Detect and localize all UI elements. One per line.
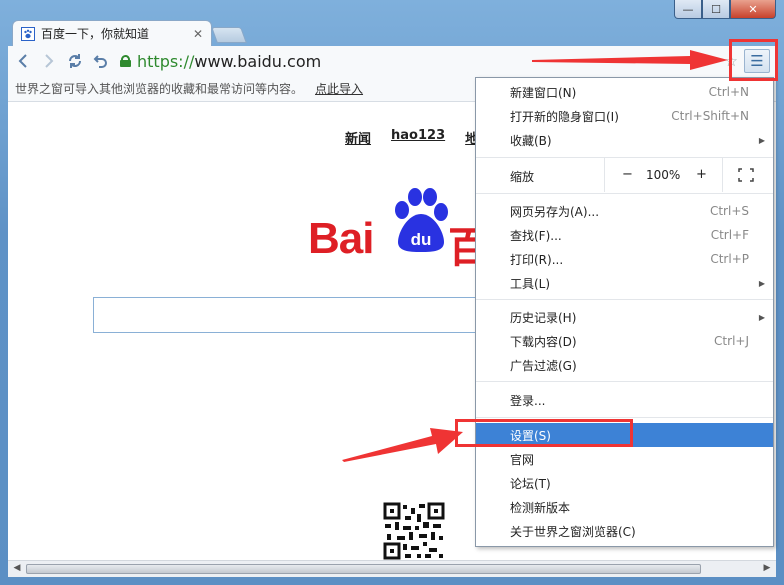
undo-close-button[interactable]	[90, 50, 112, 72]
menu-item-label: 下载内容(D)	[510, 334, 577, 349]
import-hint-text: 世界之窗可导入其他浏览器的收藏和最常访问等内容。	[15, 82, 304, 96]
nav-link-news[interactable]: 新闻	[345, 128, 371, 147]
annotation-arrow-to-settings	[342, 428, 463, 462]
menu-item-shortcut: Ctrl+S	[709, 204, 749, 218]
menu-item-find[interactable]: 查找(F)... Ctrl+F	[476, 223, 773, 247]
maximize-icon: ☐	[711, 2, 721, 16]
baidu-top-nav: 新闻 hao123 地	[345, 128, 478, 147]
menu-item-shortcut: Ctrl+N	[708, 85, 749, 99]
browser-tab[interactable]: 百度一下，你就知道 ✕	[12, 20, 212, 46]
menu-item-forum[interactable]: 论坛(T)	[476, 471, 773, 495]
menu-item-incognito-window[interactable]: 打开新的隐身窗口(I) Ctrl+Shift+N	[476, 104, 773, 128]
back-arrow-icon	[18, 54, 27, 68]
zoom-divider	[722, 158, 723, 192]
menu-item-shortcut: Ctrl+F	[710, 228, 749, 242]
paw-favicon-icon	[21, 26, 35, 41]
menu-item-new-window[interactable]: 新建窗口(N) Ctrl+N	[476, 80, 773, 104]
scroll-right-icon[interactable]: ▶	[760, 563, 774, 575]
minimize-button[interactable]: —	[674, 0, 702, 19]
new-tab-button[interactable]	[211, 27, 247, 43]
undo-icon	[93, 55, 107, 68]
window-controls: — ☐ ✕	[674, 0, 776, 19]
menu-item-label: 打印(R)...	[510, 252, 564, 267]
menu-item-check-update[interactable]: 检测新版本	[476, 495, 773, 519]
menu-item-official-site[interactable]: 官网	[476, 447, 773, 471]
minimize-icon: —	[682, 2, 694, 16]
menu-item-shortcut: Ctrl+P	[710, 252, 749, 266]
highlight-box-menu-button	[729, 39, 778, 81]
main-menu-dropdown: 新建窗口(N) Ctrl+N 打开新的隐身窗口(I) Ctrl+Shift+N …	[475, 77, 774, 547]
forward-button[interactable]	[38, 50, 60, 72]
import-link[interactable]: 点此导入	[315, 80, 363, 97]
menu-item-label: 收藏(B)	[510, 133, 552, 148]
submenu-arrow-icon: ▶	[758, 278, 765, 288]
menu-item-label: 检测新版本	[510, 500, 571, 515]
close-icon: ✕	[748, 2, 758, 16]
tab-title: 百度一下，你就知道	[41, 27, 150, 41]
tab-close-icon[interactable]: ✕	[193, 27, 203, 41]
menu-item-label: 关于世界之窗浏览器(C)	[510, 524, 636, 539]
menu-item-label: 论坛(T)	[510, 476, 551, 491]
menu-item-label: 新建窗口(N)	[510, 85, 577, 100]
menu-item-tools[interactable]: 工具(L) ▶	[476, 271, 773, 295]
menu-separator	[476, 417, 773, 418]
menu-item-history[interactable]: 历史记录(H) ▶	[476, 305, 773, 329]
logo-text-bai: Bai	[308, 214, 374, 263]
lock-icon	[120, 55, 131, 67]
menu-item-label: 官网	[510, 452, 535, 467]
zoom-row: 缩放 − 100% +	[476, 158, 773, 192]
menu-item-save-page[interactable]: 网页另存为(A)... Ctrl+S	[476, 199, 773, 223]
reload-icon	[69, 54, 81, 68]
nav-link-hao123[interactable]: hao123	[391, 128, 445, 147]
maximize-button[interactable]: ☐	[702, 0, 730, 19]
menu-item-downloads[interactable]: 下载内容(D) Ctrl+J	[476, 329, 773, 353]
paw-logo-icon: du	[395, 188, 448, 252]
menu-item-label: 历史记录(H)	[510, 310, 577, 325]
horizontal-scrollbar[interactable]: ◀ ▶	[8, 560, 776, 577]
menu-item-shortcut: Ctrl+Shift+N	[671, 109, 749, 123]
menu-item-label: 广告过滤(G)	[510, 358, 577, 373]
highlight-box-settings	[455, 419, 633, 447]
logo-text-du: du	[411, 230, 432, 249]
menu-item-label: 网页另存为(A)...	[510, 204, 600, 219]
reload-button[interactable]	[64, 50, 86, 72]
menu-item-label: 登录...	[510, 393, 546, 408]
zoom-label: 缩放	[510, 170, 535, 184]
annotation-arrow-to-menu	[532, 50, 728, 70]
zoom-in-button[interactable]: +	[696, 167, 707, 182]
submenu-arrow-icon: ▶	[758, 135, 765, 145]
url-scheme: https://	[137, 51, 195, 71]
search-input[interactable]	[93, 297, 493, 333]
menu-item-ad-filter[interactable]: 广告过滤(G)	[476, 353, 773, 377]
submenu-arrow-icon: ▶	[758, 312, 765, 322]
forward-arrow-icon	[45, 54, 54, 68]
menu-separator	[476, 381, 773, 382]
address-bar[interactable]: https:// www.baidu.com	[120, 52, 321, 71]
url-host: www.baidu.com	[194, 51, 322, 71]
zoom-value: 100%	[646, 168, 681, 182]
scrollbar-thumb[interactable]	[26, 564, 701, 574]
menu-separator	[476, 299, 773, 300]
menu-item-login[interactable]: 登录...	[476, 388, 773, 412]
qr-code-icon	[383, 502, 445, 560]
menu-item-about[interactable]: 关于世界之窗浏览器(C)	[476, 519, 773, 543]
menu-item-label: 工具(L)	[510, 276, 551, 291]
menu-item-label: 打开新的隐身窗口(I)	[510, 109, 619, 124]
baidu-logo: Bai du 百	[308, 188, 490, 272]
menu-item-bookmarks[interactable]: 收藏(B) ▶	[476, 128, 773, 152]
menu-item-print[interactable]: 打印(R)... Ctrl+P	[476, 247, 773, 271]
menu-item-shortcut: Ctrl+J	[714, 334, 749, 348]
back-button[interactable]	[12, 50, 34, 72]
fullscreen-icon[interactable]	[738, 168, 754, 182]
close-window-button[interactable]: ✕	[730, 0, 776, 19]
zoom-out-button[interactable]: −	[622, 167, 633, 182]
browser-window: — ☐ ✕ 百度一下，你就知道 ✕ https:// www.baidu.com…	[0, 0, 784, 585]
zoom-divider	[604, 158, 605, 192]
menu-item-label: 查找(F)...	[510, 228, 562, 243]
menu-separator	[476, 193, 773, 194]
scroll-left-icon[interactable]: ◀	[10, 563, 24, 575]
